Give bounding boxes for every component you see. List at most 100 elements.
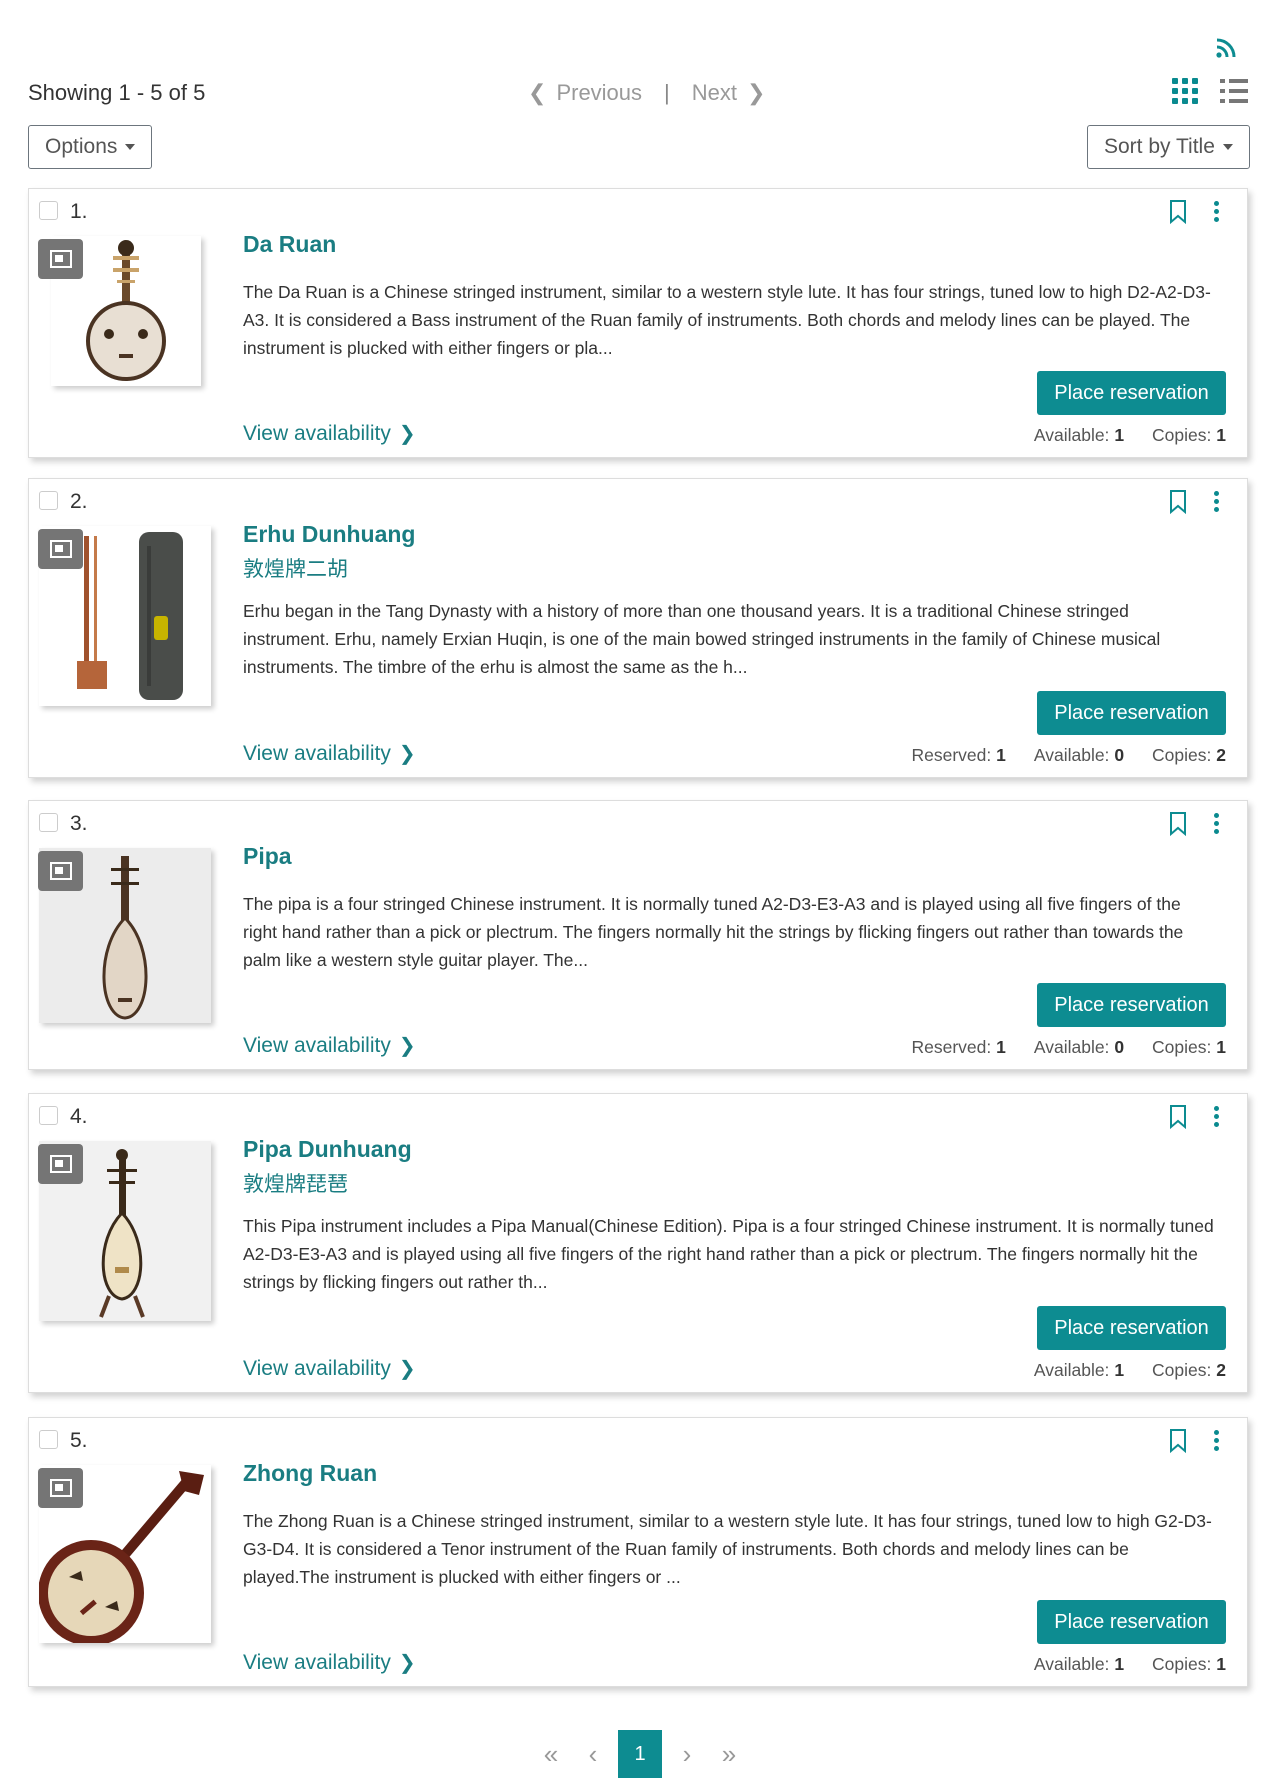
result-title[interactable]: Erhu Dunhuang <box>243 521 415 548</box>
view-availability-label: View availability <box>243 1033 391 1057</box>
next-page-icon[interactable]: › <box>666 1739 708 1770</box>
image-format-icon <box>38 529 83 569</box>
result-title[interactable]: Zhong Ruan <box>243 1460 377 1487</box>
chevron-right-icon: ❯ <box>398 423 416 445</box>
availability-stats: Available: 1 Copies: 2 <box>1034 1360 1226 1381</box>
sort-label: Sort by Title <box>1104 135 1215 158</box>
view-availability-link[interactable]: View availability ❯ <box>243 741 416 766</box>
result-title[interactable]: Da Ruan <box>243 231 336 258</box>
view-toggle <box>1172 78 1248 104</box>
select-checkbox[interactable] <box>39 201 58 220</box>
more-options-icon[interactable] <box>1211 201 1221 223</box>
image-format-icon <box>38 239 83 279</box>
view-availability-label: View availability <box>243 1356 391 1380</box>
chevron-right-icon: ❯ <box>398 743 416 765</box>
result-number: 1. <box>70 200 88 223</box>
options-label: Options <box>45 135 118 158</box>
result-card: 3. Pipa The pipa is a four stringed Chin… <box>28 800 1248 1070</box>
bookmark-icon[interactable] <box>1167 1428 1189 1454</box>
options-button[interactable]: Options <box>28 125 153 169</box>
rss-icon[interactable] <box>1215 37 1237 59</box>
view-availability-link[interactable]: View availability ❯ <box>243 1650 416 1675</box>
available-count: Available: 1 <box>1033 425 1125 445</box>
select-checkbox[interactable] <box>39 491 58 510</box>
bookmark-icon[interactable] <box>1167 489 1189 515</box>
select-checkbox[interactable] <box>39 1430 58 1449</box>
chevron-left-icon: ❮ <box>528 80 547 105</box>
next-link[interactable]: Next <box>692 80 737 106</box>
reserved-count: Reserved: 1 <box>911 1037 1006 1057</box>
result-description: The Da Ruan is a Chinese stringed instru… <box>243 282 1211 358</box>
view-availability-label: View availability <box>243 421 391 445</box>
view-availability-link[interactable]: View availability ❯ <box>243 421 416 446</box>
pager-separator: | <box>664 80 670 105</box>
grid-view-icon[interactable] <box>1172 78 1198 104</box>
place-reservation-button[interactable]: Place reservation <box>1037 691 1226 735</box>
image-format-icon <box>38 1468 83 1508</box>
copies-count: Copies: 2 <box>1152 745 1226 765</box>
list-view-icon[interactable] <box>1220 78 1248 104</box>
availability-stats: Available: 1 Copies: 1 <box>1034 1654 1226 1675</box>
place-reservation-button[interactable]: Place reservation <box>1037 371 1226 415</box>
first-page-icon[interactable]: « <box>530 1739 572 1770</box>
copies-count: Copies: 1 <box>1152 1654 1226 1674</box>
available-count: Available: 1 <box>1033 1360 1125 1380</box>
results-count: Showing 1 - 5 of 5 <box>28 80 206 105</box>
result-description: Erhu began in the Tang Dynasty with a hi… <box>243 601 1161 677</box>
view-availability-link[interactable]: View availability ❯ <box>243 1033 416 1058</box>
availability-stats: Reserved: 1 Available: 0 Copies: 2 <box>911 745 1226 766</box>
availability-stats: Reserved: 1 Available: 0 Copies: 1 <box>911 1037 1226 1058</box>
copies-count: Copies: 2 <box>1152 1360 1226 1380</box>
result-description: The Zhong Ruan is a Chinese stringed ins… <box>243 1511 1212 1587</box>
results-header: Showing 1 - 5 of 5 ❮ Previous | Next ❯ <box>28 78 1248 110</box>
image-format-icon <box>38 1144 83 1184</box>
copies-count: Copies: 1 <box>1152 1037 1226 1057</box>
sort-button[interactable]: Sort by Title <box>1087 125 1250 169</box>
available-count: Available: 0 <box>1033 745 1125 765</box>
more-options-icon[interactable] <box>1211 1106 1221 1128</box>
bookmark-icon[interactable] <box>1167 811 1189 837</box>
place-reservation-button[interactable]: Place reservation <box>1037 1600 1226 1644</box>
more-options-icon[interactable] <box>1211 813 1221 835</box>
result-number: 5. <box>70 1429 88 1452</box>
chevron-right-icon: ❯ <box>398 1035 416 1057</box>
available-count: Available: 1 <box>1033 1654 1125 1674</box>
availability-stats: Available: 1 Copies: 1 <box>1034 425 1226 446</box>
previous-link[interactable]: Previous <box>556 80 642 106</box>
select-checkbox[interactable] <box>39 813 58 832</box>
result-title[interactable]: Pipa Dunhuang <box>243 1136 412 1163</box>
image-format-icon <box>38 851 83 891</box>
result-title[interactable]: Pipa <box>243 843 292 870</box>
result-number: 4. <box>70 1105 88 1128</box>
available-count: Available: 0 <box>1033 1037 1125 1057</box>
select-checkbox[interactable] <box>39 1106 58 1125</box>
more-options-icon[interactable] <box>1211 1430 1221 1452</box>
copies-count: Copies: 1 <box>1152 425 1226 445</box>
more-options-icon[interactable] <box>1211 491 1221 513</box>
bookmark-icon[interactable] <box>1167 1104 1189 1130</box>
view-availability-label: View availability <box>243 1650 391 1674</box>
chevron-right-icon: ❯ <box>398 1652 416 1674</box>
caret-down-icon <box>1222 144 1233 150</box>
chevron-right-icon: ❯ <box>747 80 766 105</box>
view-availability-label: View availability <box>243 741 391 765</box>
result-card: 2. Erhu Dunhuang 敦煌牌二胡 Erhu began in the… <box>28 478 1248 778</box>
bookmark-icon[interactable] <box>1167 199 1189 225</box>
place-reservation-button[interactable]: Place reservation <box>1037 1306 1226 1350</box>
current-page-button[interactable]: 1 <box>618 1730 662 1778</box>
result-card: 5. Zhong Ruan The Zhong Ruan is a Chines… <box>28 1417 1248 1687</box>
last-page-icon[interactable]: » <box>708 1739 750 1770</box>
result-description: This Pipa instrument includes a Pipa Man… <box>243 1216 1214 1292</box>
result-subtitle: 敦煌牌二胡 <box>243 558 348 581</box>
result-card: 1. Da Ruan The Da Ruan is a Chinese stri… <box>28 188 1248 458</box>
result-number: 2. <box>70 490 88 513</box>
view-availability-link[interactable]: View availability ❯ <box>243 1356 416 1381</box>
result-card: 4. Pipa Dunhuang 敦煌牌琵琶 This Pipa instrum… <box>28 1093 1248 1393</box>
bottom-pagination: « ‹ 1 › » <box>530 1728 750 1780</box>
result-number: 3. <box>70 812 88 835</box>
previous-page-icon[interactable]: ‹ <box>572 1739 614 1770</box>
result-description: The pipa is a four stringed Chinese inst… <box>243 894 1184 970</box>
place-reservation-button[interactable]: Place reservation <box>1037 983 1226 1027</box>
result-subtitle: 敦煌牌琵琶 <box>243 1173 348 1196</box>
top-pager: ❮ Previous | Next ❯ <box>528 80 765 106</box>
